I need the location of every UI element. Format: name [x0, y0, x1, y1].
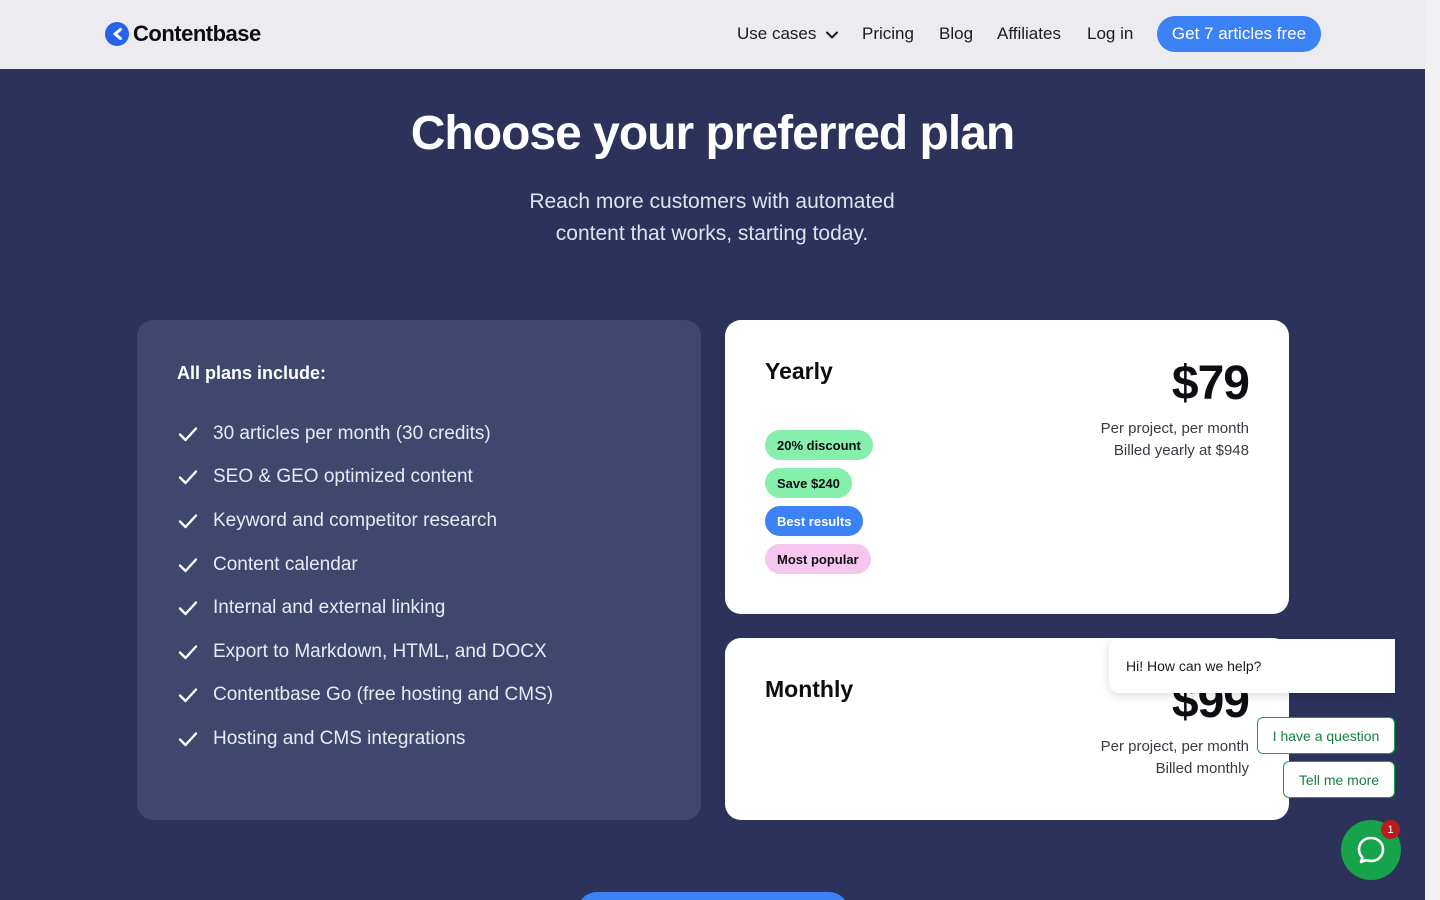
plan-badges: 20% discount Save $240 Best results Most po…: [765, 430, 873, 574]
feature-text: Content calendar: [213, 553, 358, 575]
chat-option-question[interactable]: I have a question: [1257, 717, 1395, 754]
feature-item: SEO & GEO optimized content: [177, 456, 553, 500]
plan-note-yearly: Per project, per month Billed yearly at …: [1101, 418, 1249, 462]
feature-text: Contentbase Go (free hosting and CMS): [213, 684, 554, 706]
nav-use-cases[interactable]: Use cases: [737, 23, 839, 45]
plan-price-yearly: $79: [1171, 357, 1250, 410]
page-title: Choose your preferred plan: [410, 107, 1015, 160]
contentbase-logo-icon: [105, 22, 129, 46]
feature-text: Hosting and CMS integrations: [213, 727, 466, 749]
includes-title: All plans include:: [177, 363, 327, 383]
plan-badge: Most popular: [765, 544, 871, 574]
feature-item: 30 articles per month (30 credits): [177, 412, 553, 456]
plan-note-yearly-line-2: Billed yearly at $948: [1113, 442, 1249, 459]
brand-name: Contentbase: [133, 21, 261, 46]
feature-text: SEO & GEO optimized content: [213, 466, 473, 488]
plan-card-yearly[interactable]: Yearly $79 Per project, per month Billed…: [725, 320, 1289, 614]
subtitle-line-2: content that works, starting today.: [555, 222, 869, 245]
feature-item: Keyword and competitor research: [177, 499, 553, 543]
get-articles-free-button[interactable]: Get 7 articles free: [1157, 16, 1321, 52]
page-scrollbar[interactable]: [1425, 0, 1440, 900]
chat-bubble-icon: [1357, 836, 1385, 864]
check-icon: [178, 601, 198, 616]
feature-text: Keyword and competitor research: [213, 509, 498, 531]
page-subtitle: Reach more customers with automated cont…: [412, 186, 1012, 250]
feature-text: Internal and external linking: [213, 597, 446, 619]
feature-item: Export to Markdown, HTML, and DOCX: [177, 630, 553, 674]
plan-note-yearly-line-1: Per project, per month: [1100, 420, 1249, 437]
feature-item: Internal and external linking: [177, 586, 553, 630]
check-icon: [178, 427, 198, 441]
plan-name-yearly: Yearly: [765, 358, 833, 384]
check-icon: [178, 514, 198, 529]
check-icon: [178, 470, 198, 485]
plan-badge: Best results: [765, 506, 864, 536]
feature-item: Hosting and CMS integrations: [177, 717, 553, 761]
brand-logo[interactable]: Contentbase: [105, 21, 261, 47]
chat-option-tell-more[interactable]: Tell me more: [1283, 761, 1395, 798]
plan-note-monthly-line-2: Billed monthly: [1155, 760, 1249, 777]
chat-unread-badge: 1: [1381, 820, 1400, 839]
subtitle-line-1: Reach more customers with automated: [529, 190, 895, 213]
plan-badge: Save $240: [765, 468, 852, 498]
check-icon: [178, 732, 198, 747]
nav-affiliates[interactable]: Affiliates: [997, 23, 1061, 45]
check-icon: [178, 557, 198, 572]
feature-text: 30 articles per month (30 credits): [213, 422, 491, 444]
nav-pricing[interactable]: Pricing: [862, 23, 914, 45]
check-icon: [178, 645, 198, 659]
check-icon: [178, 688, 198, 703]
feature-list: 30 articles per month (30 credits) SEO & …: [177, 412, 553, 761]
feature-item: Content calendar: [177, 543, 553, 587]
plan-includes-card: All plans include: 30 articles per month…: [137, 320, 701, 820]
plan-name-monthly: Monthly: [765, 676, 854, 702]
nav-log-in[interactable]: Log in: [1087, 23, 1133, 45]
plan-note-monthly: Per project, per month Billed monthly: [1101, 736, 1249, 780]
nav-use-cases-label: Use cases: [737, 24, 817, 43]
plan-badge: 20% discount: [765, 430, 873, 460]
feature-item: Contentbase Go (free hosting and CMS): [177, 674, 553, 718]
chevron-down-icon: [826, 31, 839, 39]
feature-text: Export to Markdown, HTML, and DOCX: [213, 640, 547, 662]
nav-blog[interactable]: Blog: [939, 23, 973, 45]
chat-greeting-bubble: Hi! How can we help?: [1109, 639, 1395, 693]
top-navbar: Contentbase Use cases Pricing Blog Affil…: [0, 0, 1425, 69]
plan-note-monthly-line-1: Per project, per month: [1100, 738, 1249, 755]
bottom-cta-button[interactable]: [577, 892, 849, 900]
